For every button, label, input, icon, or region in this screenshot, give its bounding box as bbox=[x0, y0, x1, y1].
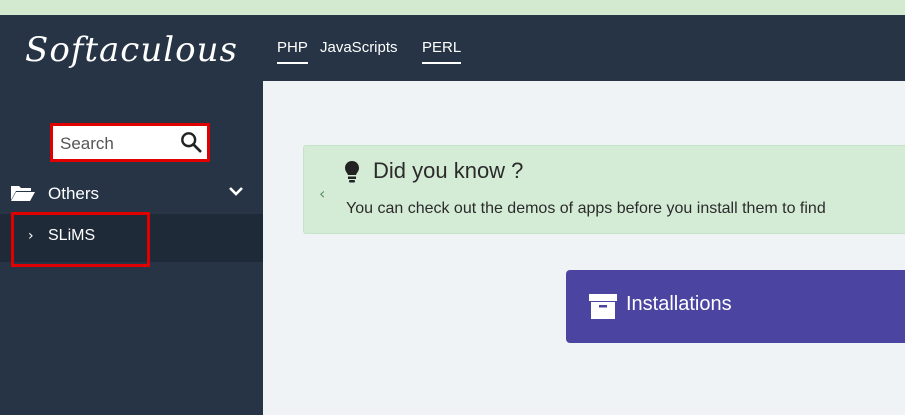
search-box bbox=[50, 123, 210, 162]
top-strip bbox=[0, 0, 905, 15]
highlight-frame bbox=[11, 212, 150, 267]
lightbulb-icon bbox=[345, 161, 359, 183]
search-icon[interactable] bbox=[180, 131, 202, 153]
softaculous-logo[interactable]: Softaculous bbox=[0, 30, 263, 70]
tab-perl[interactable]: PERL bbox=[422, 39, 462, 64]
installations-card[interactable]: Installations bbox=[566, 270, 905, 343]
archive-icon bbox=[589, 294, 617, 319]
chevron-left-icon[interactable]: ‹ bbox=[319, 184, 325, 203]
category-label: Others bbox=[48, 184, 100, 203]
did-you-know-title: Did you know ? bbox=[373, 158, 524, 183]
chevron-down-icon[interactable] bbox=[228, 184, 244, 198]
tab-javascripts[interactable]: JavaScripts bbox=[320, 39, 398, 62]
did-you-know-panel: ‹ Did you know ? You can check out the d… bbox=[303, 145, 905, 234]
did-you-know-text: You can check out the demos of apps befo… bbox=[346, 200, 826, 217]
category-others[interactable]: Others bbox=[10, 180, 260, 208]
top-nav: PHP JavaScripts PERL bbox=[263, 15, 905, 81]
folder-open-icon bbox=[11, 186, 35, 201]
search-input[interactable] bbox=[58, 130, 172, 157]
installations-label: Installations bbox=[626, 293, 732, 315]
tab-php[interactable]: PHP bbox=[277, 39, 308, 64]
main-content bbox=[263, 81, 905, 415]
